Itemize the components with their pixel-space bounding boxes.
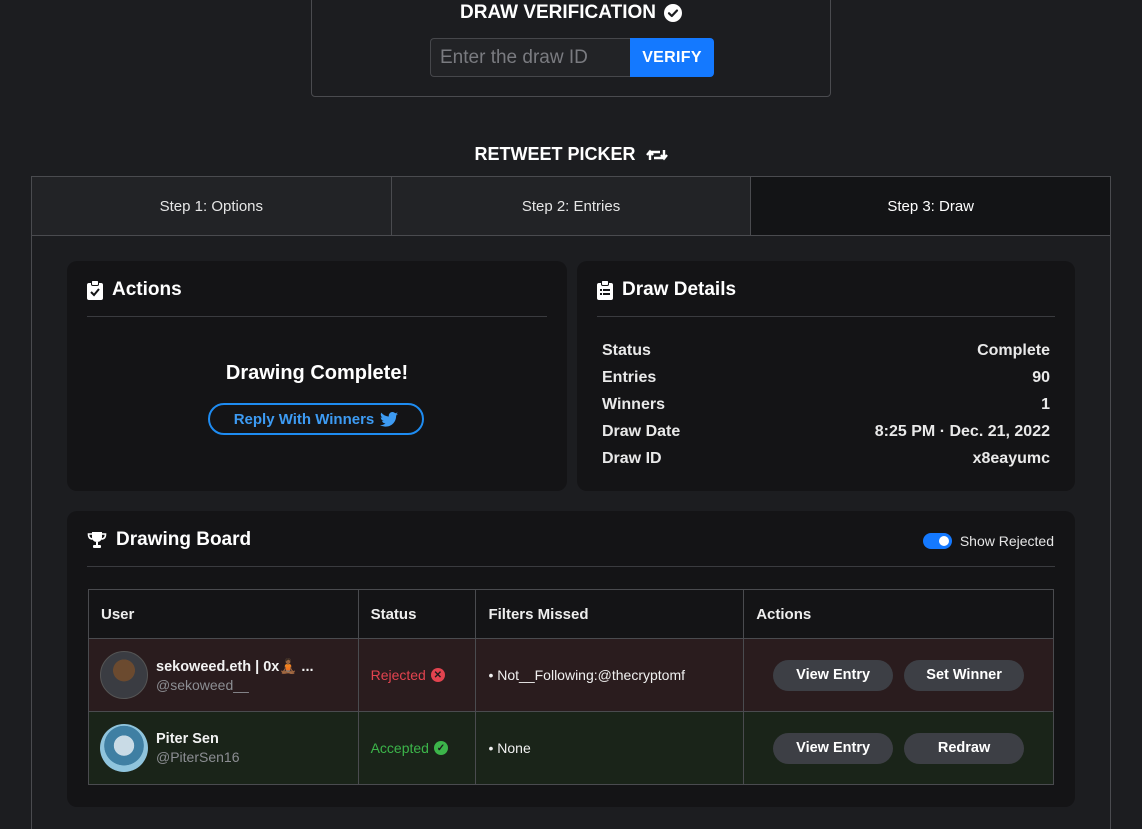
actions-card: Actions Drawing Complete! Reply With Win… [67,261,567,491]
drawing-complete-message: Drawing Complete! [225,362,409,384]
actions-cell: View Entry Set Winner [743,638,1054,712]
verify-button[interactable]: VERIFY [630,38,714,77]
verification-title-text: DRAW VERIFICATION [460,2,656,23]
status-badge: Rejected ✕ [359,667,476,683]
show-rejected-label: Show Rejected [959,533,1054,549]
retweet-picker-title-text: RETWEET PICKER [474,144,636,164]
draw-id-input[interactable] [430,38,630,77]
drawing-board-header: Drawing Board [87,527,1055,567]
clipboard-check-icon [87,279,103,300]
draw-details-header: Draw Details [597,277,1055,317]
status-badge: Accepted ✓ [359,740,476,756]
drawing-board-card: Drawing Board Show Rejected User Status … [67,511,1075,807]
detail-value: 90 [1032,368,1050,386]
detail-label: Draw Date [602,422,681,440]
filters-cell: • None [475,711,745,785]
detail-row-draw-id: Draw ID x8eayumc [602,445,1050,472]
draw-details-list: Status Complete Entries 90 Winners 1 Dra… [602,337,1050,472]
column-header-status: Status [357,589,477,639]
verification-title: DRAW VERIFICATION [312,2,830,24]
status-cell: Accepted ✓ [357,711,477,785]
check-circle-icon [663,4,682,22]
status-text: Accepted [370,740,429,756]
tab-options[interactable]: Step 1: Options [32,177,392,235]
detail-row-winners: Winners 1 [602,391,1050,418]
set-winner-button[interactable]: Set Winner [904,659,1025,691]
check-circle-icon: ✓ [433,741,448,755]
draw-details-title: Draw Details [622,278,737,300]
clipboard-list-icon [597,279,613,300]
column-header-actions: Actions [743,589,1054,639]
avatar[interactable] [100,651,148,699]
table-row: sekoweed.eth | 0x🧘🏾 ... @sekoweed__ Reje… [88,638,1054,712]
filters-cell: • Not__Following:@thecryptomf [475,638,745,712]
reply-with-winners-label: Reply With Winners [233,410,375,428]
detail-row-status: Status Complete [602,337,1050,364]
user-name: sekoweed.eth | 0x🧘🏾 ... [156,658,314,675]
detail-label: Status [602,341,651,359]
avatar[interactable] [100,724,148,772]
filters-missed: • Not__Following:@thecryptomf [488,667,685,683]
column-header-user: User [88,589,359,639]
detail-value: 1 [1041,395,1050,413]
user-text: Piter Sen @PiterSen16 [156,731,239,765]
status-cell: Rejected ✕ [357,638,477,712]
retweet-icon [645,149,668,160]
step-tabs: Step 1: Options Step 2: Entries Step 3: … [32,177,1111,236]
tab-draw[interactable]: Step 3: Draw [751,177,1111,235]
trophy-icon [87,531,107,548]
user-cell: Piter Sen @PiterSen16 [88,711,359,785]
retweet-picker-title: RETWEET PICKER [0,144,1142,165]
x-circle-icon: ✕ [430,668,445,682]
detail-label: Winners [602,395,665,413]
view-entry-button[interactable]: View Entry [773,659,894,691]
detail-row-draw-date: Draw Date 8:25 PM · Dec. 21, 2022 [602,418,1050,445]
user-name: Piter Sen [156,731,219,747]
draw-details-card: Draw Details Status Complete Entries 90 … [577,261,1075,491]
detail-label: Draw ID [602,449,662,467]
retweet-picker-panel: Step 1: Options Step 2: Entries Step 3: … [31,176,1111,829]
user-handle[interactable]: @PiterSen16 [156,749,239,765]
view-entry-button[interactable]: View Entry [773,732,894,764]
detail-value: 8:25 PM · Dec. 21, 2022 [874,422,1050,440]
user-info: Piter Sen @PiterSen16 [89,724,358,772]
user-cell: sekoweed.eth | 0x🧘🏾 ... @sekoweed__ [88,638,359,712]
status-text: Rejected [370,667,426,683]
user-handle[interactable]: @sekoweed__ [156,677,314,693]
twitter-bird-icon [380,411,399,427]
row-actions: View Entry Set Winner [744,659,1053,691]
show-rejected-toggle[interactable] [922,533,952,549]
user-info: sekoweed.eth | 0x🧘🏾 ... @sekoweed__ [89,651,358,699]
detail-label: Entries [602,368,657,386]
redraw-button[interactable]: Redraw [904,732,1025,764]
draw-verification-box: DRAW VERIFICATION VERIFY [311,0,831,97]
drawing-board-title: Drawing Board [116,528,252,550]
detail-row-entries: Entries 90 [602,364,1050,391]
user-text: sekoweed.eth | 0x🧘🏾 ... @sekoweed__ [156,658,314,693]
actions-header: Actions [87,277,547,317]
tab-entries[interactable]: Step 2: Entries [391,177,752,235]
drawing-board-table: User Status Filters Missed Actions sekow… [88,589,1054,785]
detail-value: Complete [977,341,1050,359]
reply-with-winners-button[interactable]: Reply With Winners [208,403,424,435]
table-row: Piter Sen @PiterSen16 Accepted ✓ • None [88,711,1054,785]
detail-value: x8eayumc [972,449,1050,467]
show-rejected-control: Show Rejected [922,533,1054,549]
actions-title: Actions [112,278,182,300]
actions-cell: View Entry Redraw [743,711,1054,785]
row-actions: View Entry Redraw [744,732,1053,764]
table-header-row: User Status Filters Missed Actions [88,589,1054,639]
column-header-filters: Filters Missed [475,589,745,639]
filters-missed: • None [488,740,531,756]
